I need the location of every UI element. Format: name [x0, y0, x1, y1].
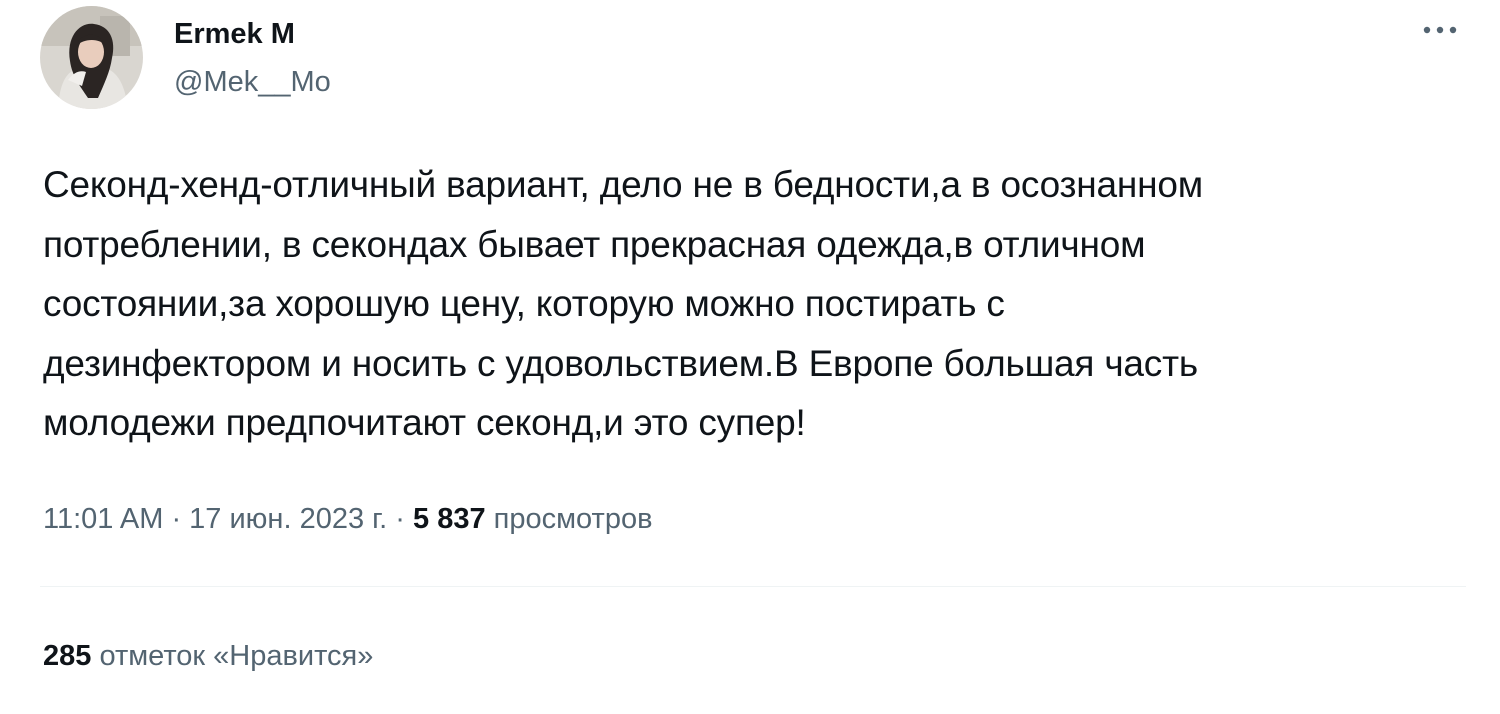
views-label: просмотров: [493, 503, 653, 535]
tweet-time: 11:01 AM: [43, 503, 164, 535]
views-link[interactable]: 5 837 просмотров: [413, 503, 652, 535]
tweet-text-line: дезинфектором и носить с удовольствием.В…: [43, 342, 1198, 384]
divider: [40, 586, 1466, 587]
likes-label: отметок «Нравится»: [99, 640, 374, 672]
tweet-text: Секонд-хенд-отличный вариант, дело не в …: [43, 155, 1443, 453]
likes-count: 285: [43, 640, 92, 672]
avatar-image: [40, 6, 143, 109]
tweet-time-link[interactable]: 11:01 AM · 17 июн. 2023 г.: [43, 503, 387, 535]
views-count: 5 837: [413, 503, 486, 535]
tweet-text-line: молодежи предпочитают секонд,и это супер…: [43, 402, 806, 443]
more-options-button[interactable]: [1418, 12, 1462, 48]
meta-separator: ·: [163, 503, 190, 535]
author-avatar[interactable]: [40, 6, 143, 109]
tweet-meta: 11:01 AM · 17 июн. 2023 г. · 5 837 просм…: [43, 497, 653, 541]
tweet-date: 17 июн. 2023 г.: [189, 503, 388, 535]
tweet-text-line: состоянии,за хорошую цену, которую можно…: [43, 283, 1005, 324]
author-display-name[interactable]: Ermek M: [174, 16, 295, 52]
tweet-text-line: Секонд-хенд-отличный вариант, дело не в …: [43, 164, 1203, 205]
author-handle[interactable]: @Mek__Mo: [174, 64, 331, 100]
tweet-text-line: потреблении, в секондах бывает прекрасна…: [43, 223, 1146, 265]
more-horizontal-icon: [1423, 26, 1457, 34]
likes-link[interactable]: 285 отметок «Нравится»: [43, 634, 373, 678]
meta-separator: ·: [387, 503, 414, 535]
